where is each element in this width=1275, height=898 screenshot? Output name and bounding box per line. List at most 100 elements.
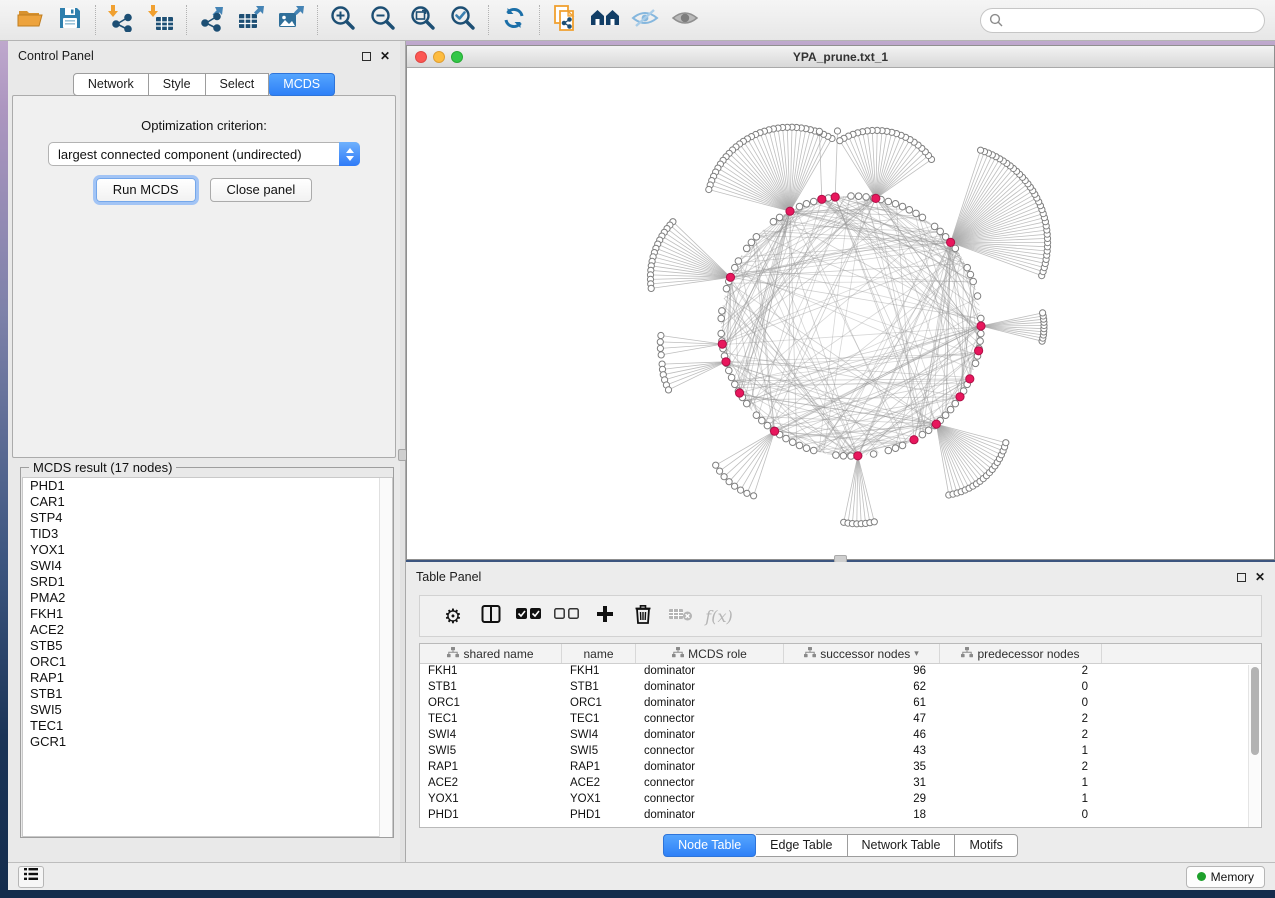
mcds-hub-node[interactable] bbox=[786, 207, 794, 215]
column-header-name[interactable]: name bbox=[562, 644, 636, 663]
deselect-all-button[interactable] bbox=[548, 599, 586, 633]
mcds-result-item[interactable]: RAP1 bbox=[23, 670, 392, 686]
mcds-result-item[interactable]: TID3 bbox=[23, 526, 392, 542]
export-table-button[interactable] bbox=[232, 3, 272, 37]
table-row-orc1[interactable]: ORC1ORC1dominator610 bbox=[420, 696, 1261, 712]
first-neighbors-button[interactable] bbox=[585, 3, 625, 37]
mcds-hub-node[interactable] bbox=[831, 193, 839, 201]
add-column-button[interactable] bbox=[586, 599, 624, 633]
table-row-swi5[interactable]: SWI5SWI5connector431 bbox=[420, 744, 1261, 760]
table-cell: 18 bbox=[784, 808, 940, 824]
mcds-hub-node[interactable] bbox=[854, 452, 862, 460]
mcds-result-item[interactable]: ACE2 bbox=[23, 622, 392, 638]
close-icon[interactable]: ✕ bbox=[1255, 573, 1265, 582]
export-image-button[interactable] bbox=[272, 3, 312, 37]
mcds-result-item[interactable]: YOX1 bbox=[23, 542, 392, 558]
export-network-button[interactable] bbox=[192, 3, 232, 37]
tab-network[interactable]: Network bbox=[73, 73, 149, 96]
zoom-fit-button[interactable] bbox=[403, 3, 443, 37]
mcds-result-list[interactable]: PHD1CAR1STP4TID3YOX1SWI4SRD1PMA2FKH1ACE2… bbox=[22, 477, 393, 837]
column-header-mcds-role[interactable]: MCDS role bbox=[636, 644, 784, 663]
mcds-result-item[interactable]: SWI4 bbox=[23, 558, 392, 574]
memory-button[interactable]: Memory bbox=[1186, 866, 1265, 888]
close-icon[interactable]: ✕ bbox=[380, 52, 390, 61]
mcds-result-item[interactable]: SWI5 bbox=[23, 702, 392, 718]
mcds-result-item[interactable]: STP4 bbox=[23, 510, 392, 526]
tab-mcds[interactable]: MCDS bbox=[269, 73, 335, 96]
table-cell: dominator bbox=[636, 808, 784, 824]
zoom-in-button[interactable] bbox=[323, 3, 363, 37]
table-row-phd1[interactable]: PHD1PHD1dominator180 bbox=[420, 808, 1261, 824]
column-selector-button[interactable] bbox=[472, 599, 510, 633]
mcds-hub-node[interactable] bbox=[718, 340, 726, 348]
mcds-result-item[interactable]: GCR1 bbox=[23, 734, 392, 750]
mcds-hub-node[interactable] bbox=[956, 393, 964, 401]
table-row-yox1[interactable]: YOX1YOX1connector291 bbox=[420, 792, 1261, 808]
table-options-button[interactable]: ⚙ bbox=[434, 599, 472, 633]
mcds-result-item[interactable]: SRD1 bbox=[23, 574, 392, 590]
column-header-predecessor-nodes[interactable]: predecessor nodes bbox=[940, 644, 1102, 663]
show-all-button[interactable] bbox=[665, 3, 705, 37]
column-header-successor-nodes[interactable]: successor nodes▾ bbox=[784, 644, 940, 663]
tab-motifs[interactable]: Motifs bbox=[955, 834, 1017, 857]
table-row-rap1[interactable]: RAP1RAP1dominator352 bbox=[420, 760, 1261, 776]
table-row-ace2[interactable]: ACE2ACE2connector311 bbox=[420, 776, 1261, 792]
close-panel-button[interactable]: Close panel bbox=[210, 178, 313, 202]
table-row-stb1[interactable]: STB1STB1dominator620 bbox=[420, 680, 1261, 696]
delete-table-button[interactable] bbox=[662, 599, 700, 633]
mcds-result-item[interactable]: PMA2 bbox=[23, 590, 392, 606]
network-window-titlebar[interactable]: YPA_prune.txt_1 bbox=[407, 46, 1274, 68]
mcds-result-item[interactable]: TEC1 bbox=[23, 718, 392, 734]
mcds-hub-node[interactable] bbox=[932, 420, 940, 428]
import-network-button[interactable] bbox=[101, 3, 141, 37]
table-scrollbar[interactable] bbox=[1248, 665, 1260, 827]
zoom-selected-button[interactable] bbox=[443, 3, 483, 37]
tab-network-table[interactable]: Network Table bbox=[848, 834, 956, 857]
network-canvas[interactable] bbox=[407, 68, 1274, 559]
mcds-result-item[interactable]: STB1 bbox=[23, 686, 392, 702]
float-window-icon[interactable] bbox=[1237, 573, 1246, 582]
mcds-hub-node[interactable] bbox=[872, 194, 880, 202]
mcds-hub-node[interactable] bbox=[975, 347, 983, 355]
zoom-selected-icon bbox=[449, 4, 477, 37]
mcds-result-item[interactable]: PHD1 bbox=[23, 478, 392, 494]
mcds-hub-node[interactable] bbox=[910, 436, 918, 444]
function-builder-button[interactable]: f(x) bbox=[700, 599, 738, 633]
zoom-out-button[interactable] bbox=[363, 3, 403, 37]
result-list-scrollbar[interactable] bbox=[379, 478, 392, 837]
run-mcds-button[interactable]: Run MCDS bbox=[96, 178, 196, 202]
mcds-hub-node[interactable] bbox=[818, 195, 826, 203]
mcds-hub-node[interactable] bbox=[722, 358, 730, 366]
tab-node-table[interactable]: Node Table bbox=[663, 834, 756, 857]
table-row-swi4[interactable]: SWI4SWI4dominator462 bbox=[420, 728, 1261, 744]
copy-network-button[interactable] bbox=[545, 3, 585, 37]
float-window-icon[interactable] bbox=[362, 52, 371, 61]
tab-edge-table[interactable]: Edge Table bbox=[756, 834, 847, 857]
mcds-result-item[interactable]: STB5 bbox=[23, 638, 392, 654]
table-row-tec1[interactable]: TEC1TEC1connector472 bbox=[420, 712, 1261, 728]
mcds-hub-node[interactable] bbox=[771, 427, 779, 435]
criterion-dropdown[interactable]: largest connected component (undirected) bbox=[48, 142, 360, 166]
search-input[interactable] bbox=[980, 8, 1265, 33]
delete-column-button[interactable] bbox=[624, 599, 662, 633]
select-all-button[interactable] bbox=[510, 599, 548, 633]
mcds-hub-node[interactable] bbox=[726, 273, 734, 281]
tab-style[interactable]: Style bbox=[149, 73, 206, 96]
table-row-fkh1[interactable]: FKH1FKH1dominator962 bbox=[420, 664, 1261, 680]
mcds-hub-node[interactable] bbox=[977, 322, 985, 330]
mcds-result-item[interactable]: ORC1 bbox=[23, 654, 392, 670]
mcds-hub-node[interactable] bbox=[947, 238, 955, 246]
mcds-hub-node[interactable] bbox=[736, 389, 744, 397]
open-file-button[interactable] bbox=[10, 3, 50, 37]
import-table-button[interactable] bbox=[141, 3, 181, 37]
save-session-button[interactable] bbox=[50, 3, 90, 37]
mcds-hub-node[interactable] bbox=[966, 375, 974, 383]
mcds-result-item[interactable]: FKH1 bbox=[23, 606, 392, 622]
table-scrollbar-thumb[interactable] bbox=[1251, 667, 1259, 755]
hide-selected-button[interactable] bbox=[625, 3, 665, 37]
column-header-shared-name[interactable]: shared name bbox=[420, 644, 562, 663]
tab-select[interactable]: Select bbox=[206, 73, 270, 96]
refresh-button[interactable] bbox=[494, 3, 534, 37]
show-panels-button[interactable] bbox=[18, 866, 44, 888]
mcds-result-item[interactable]: CAR1 bbox=[23, 494, 392, 510]
